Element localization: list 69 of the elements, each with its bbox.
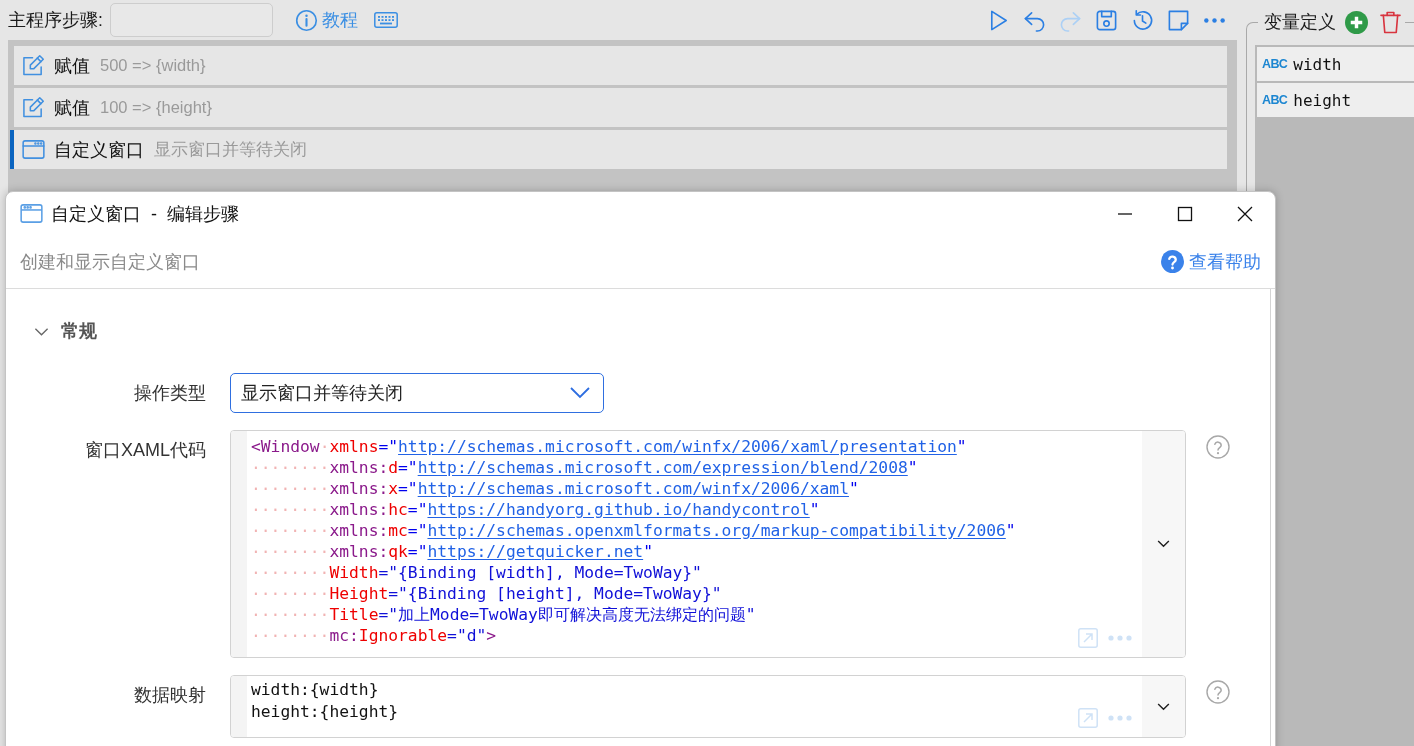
mapping-line: height:{height} bbox=[251, 701, 399, 723]
save-icon[interactable] bbox=[1095, 8, 1118, 32]
close-icon[interactable] bbox=[1237, 205, 1253, 222]
code-editor[interactable] bbox=[230, 430, 1186, 658]
code-line: ········xmlns:x="http://schemas.microsoft.com/winfx/2006/xaml" bbox=[251, 478, 859, 499]
step-summary: 500 => {width} bbox=[100, 56, 206, 75]
code-link[interactable]: http://schemas.microsoft.com/winfx/2006/xaml/presentation bbox=[398, 437, 957, 456]
dropdown-toggle[interactable] bbox=[1142, 431, 1185, 657]
code-line: ········xmlns:mc="http://schemas.openxmlformats.org/markup-compatibility/2006" bbox=[251, 520, 1016, 541]
variable-item[interactable]: ABC height bbox=[1257, 83, 1414, 117]
chevron-down-icon bbox=[570, 387, 590, 399]
variable-name: width bbox=[1293, 54, 1342, 74]
chevron-down-icon bbox=[1157, 540, 1170, 548]
history-icon[interactable] bbox=[1131, 8, 1154, 32]
window-icon bbox=[20, 202, 43, 225]
code-line: ········Height="{Binding [height], Mode=TwoWay}" bbox=[251, 583, 722, 604]
field-label: 数据映射 bbox=[133, 684, 206, 707]
step-input[interactable] bbox=[109, 3, 273, 37]
step-name: 赋值 bbox=[54, 96, 90, 120]
step-summary: 100 => {height} bbox=[100, 98, 212, 117]
window-icon bbox=[22, 138, 45, 161]
maximize-icon[interactable] bbox=[1177, 205, 1193, 222]
help-icon bbox=[1161, 250, 1184, 273]
code-link[interactable]: http://schemas.microsoft.com/winfx/2006/xaml bbox=[417, 479, 849, 498]
variable-item[interactable]: ABC width bbox=[1257, 47, 1414, 81]
info-icon[interactable] bbox=[294, 8, 318, 32]
chevron-down-icon bbox=[1157, 702, 1170, 711]
code-line: ········xmlns:d="http://schemas.microsoft.com/expression/blend/2008" bbox=[251, 457, 918, 478]
code-link[interactable]: http://schemas.microsoft.com/expression/blend/2008 bbox=[417, 458, 908, 477]
note-icon[interactable] bbox=[1167, 8, 1190, 32]
code-line: <Window·xmlns="http://schemas.microsoft.com/winfx/2006/xaml/presentation" bbox=[251, 436, 967, 457]
section-title: 常规 bbox=[61, 320, 97, 343]
variable-type: ABC bbox=[1262, 57, 1288, 71]
variables-title: 变量定义 bbox=[1264, 11, 1336, 34]
code-line: ········mc:Ignorable="d"> bbox=[251, 625, 497, 646]
step-summary: 显示窗口并等待关闭 bbox=[154, 138, 307, 160]
code-link[interactable]: http://schemas.openxmlformats.org/markup-compatibility/2006 bbox=[427, 521, 1006, 540]
step-name: 自定义窗口 bbox=[54, 138, 144, 162]
keyboard-icon[interactable] bbox=[373, 12, 398, 28]
step-name: 赋值 bbox=[54, 54, 90, 78]
step-row[interactable]: 赋值 100 => {height} bbox=[14, 88, 1227, 127]
dropdown-toggle[interactable] bbox=[1142, 676, 1185, 737]
edit-icon bbox=[22, 96, 45, 119]
variable-name: height bbox=[1293, 90, 1352, 110]
toolbar-label: 主程序步骤: bbox=[8, 9, 103, 32]
code-link[interactable]: https://getquicker.net bbox=[427, 542, 644, 561]
code-line: ········xmlns:qk="https://getquicker.net" bbox=[251, 541, 653, 562]
code-line: ········Title="加上Mode=TwoWay即可解决高度无法绑定的问题" bbox=[251, 604, 756, 625]
field-label: 操作类型 bbox=[133, 382, 206, 405]
step-row[interactable]: 自定义窗口 显示窗口并等待关闭 bbox=[10, 130, 1227, 169]
code-line: ········xmlns:hc="https://handyorg.github.io/handycontrol" bbox=[251, 499, 820, 520]
editor-gutter bbox=[231, 676, 247, 737]
code-line: ········Width="{Binding [width], Mode=TwoWay}" bbox=[251, 562, 702, 583]
add-icon[interactable] bbox=[1345, 10, 1368, 34]
code-link[interactable]: https://handyorg.github.io/handycontrol bbox=[427, 500, 810, 519]
help-link[interactable]: 查看帮助 bbox=[1161, 249, 1261, 274]
field-label: 窗口XAML代码 bbox=[83, 439, 206, 462]
delete-icon[interactable] bbox=[1380, 10, 1401, 34]
edit-icon bbox=[22, 54, 45, 77]
dialog-description: 创建和显示自定义窗口 bbox=[20, 250, 200, 274]
mapping-field[interactable]: width:{width} height:{height} bbox=[230, 675, 1186, 738]
help-icon[interactable] bbox=[1206, 435, 1230, 459]
help-icon[interactable] bbox=[1206, 680, 1230, 704]
mapping-line: width:{width} bbox=[251, 679, 379, 701]
step-row[interactable]: 赋值 500 => {width} bbox=[14, 46, 1227, 85]
variable-type: ABC bbox=[1262, 93, 1288, 107]
operation-select[interactable]: 显示窗口并等待关闭 bbox=[230, 373, 604, 413]
dialog-title: 自定义窗口 - 编辑步骤 bbox=[51, 202, 239, 226]
tutorial-link[interactable]: 教程 bbox=[321, 8, 358, 32]
